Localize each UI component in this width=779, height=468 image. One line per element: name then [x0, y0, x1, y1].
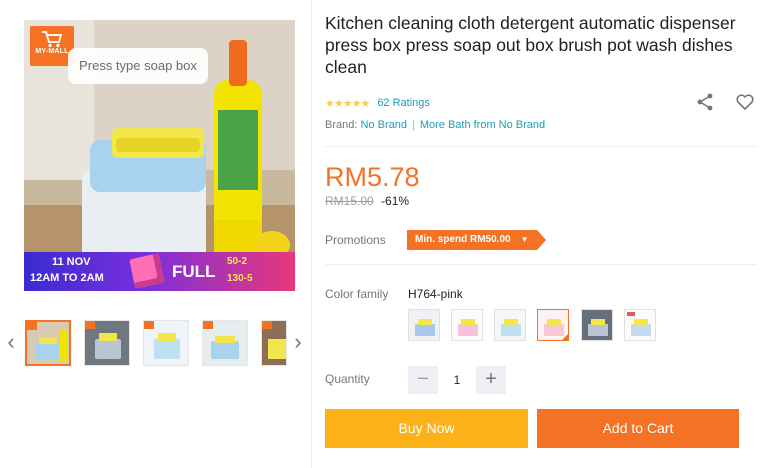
- promotion-text: Min. spend RM50.00: [415, 234, 511, 245]
- heart-icon[interactable]: [735, 92, 755, 112]
- original-price: RM15.00: [325, 194, 374, 208]
- color-swatch[interactable]: [408, 309, 440, 341]
- brand-separator: |: [411, 119, 415, 131]
- thumbnail-image: [85, 321, 129, 365]
- sale-date: 11 NOV: [52, 256, 91, 268]
- color-swatch[interactable]: [494, 309, 526, 341]
- brand-row: Brand: No Brand | More Bath from No Bran…: [325, 119, 545, 131]
- main-product-image[interactable]: MY-MALL Press type soap box 11 NOV 12AM …: [24, 20, 295, 291]
- thumbnail[interactable]: [143, 320, 189, 366]
- gift-box-icon: [129, 253, 165, 289]
- quantity-input[interactable]: [442, 366, 472, 394]
- quantity-decrease-button[interactable]: −: [408, 366, 438, 394]
- quantity-label: Quantity: [325, 372, 370, 386]
- selected-color: H764-pink: [408, 287, 463, 301]
- swatch-image: [409, 310, 439, 340]
- swatch-image: [495, 310, 525, 340]
- sale-banner: 11 NOV 12AM TO 2AM FULL 50-2 130-5: [24, 252, 295, 291]
- chevron-right-icon[interactable]: ›: [290, 331, 306, 355]
- star-rating-icon: ★★★★★: [325, 97, 370, 110]
- swatch-image: [452, 310, 482, 340]
- buy-now-button[interactable]: Buy Now: [325, 409, 528, 448]
- thumbnail-image: [203, 321, 247, 365]
- thumbnail[interactable]: [261, 320, 287, 366]
- color-swatch-selected[interactable]: [537, 309, 569, 341]
- rating-row: ★★★★★ 62 Ratings: [325, 96, 430, 110]
- thumbnail-image: [262, 321, 286, 365]
- cart-logo-icon: [42, 31, 63, 48]
- swatch-image: [538, 310, 568, 340]
- divider: [325, 264, 757, 265]
- brand-label: Brand:: [325, 119, 358, 131]
- sale-offer-1: 50-2: [227, 256, 248, 267]
- swatch-image: [582, 310, 612, 340]
- share-icon[interactable]: [695, 92, 715, 112]
- thumbnail-image: [144, 321, 188, 365]
- sale-time: 12AM TO 2AM: [30, 272, 104, 284]
- swatch-image: [625, 310, 655, 340]
- thumbnail[interactable]: [202, 320, 248, 366]
- sale-full-text: FULL: [172, 262, 216, 281]
- thumbnail-image: [27, 322, 69, 364]
- product-gallery: MY-MALL Press type soap box 11 NOV 12AM …: [0, 0, 312, 468]
- divider: [325, 146, 757, 147]
- product-title: Kitchen cleaning cloth detergent automat…: [325, 13, 736, 77]
- quantity-increase-button[interactable]: +: [476, 366, 506, 394]
- color-swatch[interactable]: [581, 309, 613, 341]
- thumbnail-strip: ‹ ›: [0, 315, 312, 375]
- original-price-row: RM15.00 -61%: [325, 194, 409, 208]
- chevron-left-icon[interactable]: ‹: [3, 331, 19, 355]
- color-swatch[interactable]: [451, 309, 483, 341]
- brand-link[interactable]: No Brand: [360, 119, 406, 131]
- ratings-link[interactable]: 62 Ratings: [377, 97, 430, 109]
- more-from-brand-link[interactable]: More Bath from No Brand: [420, 119, 545, 131]
- discount-percent: -61%: [381, 194, 410, 208]
- promotion-voucher[interactable]: Min. spend RM50.00 ▼: [407, 230, 546, 250]
- color-family-label: Color family: [325, 287, 389, 301]
- color-swatch[interactable]: [624, 309, 656, 341]
- thumbnail[interactable]: [25, 320, 71, 366]
- promotions-label: Promotions: [325, 233, 386, 247]
- chevron-down-icon: ▼: [520, 235, 529, 244]
- thumbnail[interactable]: [84, 320, 130, 366]
- sale-offer-2: 130-5: [227, 273, 253, 284]
- current-price: RM5.78: [325, 162, 420, 192]
- add-to-cart-button[interactable]: Add to Cart: [537, 409, 739, 448]
- image-caption: Press type soap box: [68, 48, 208, 84]
